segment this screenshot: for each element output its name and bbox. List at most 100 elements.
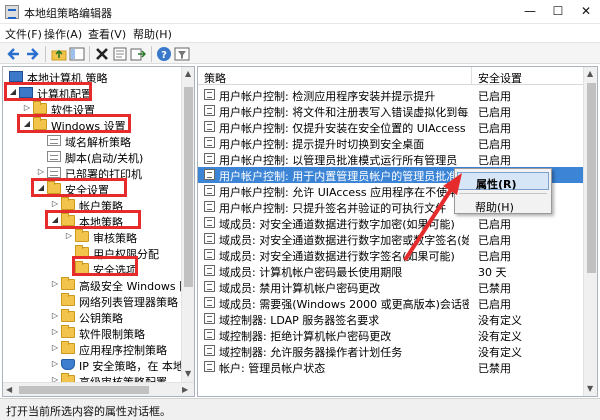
policy-name: 用户帐户控制: 只提升签名并验证的可执行文件 — [219, 202, 447, 215]
expand-arrow-icon[interactable]: ▷ — [51, 199, 59, 208]
table-row[interactable]: 域成员: 对安全通道数据进行数字签名(如果可能) 已启用 — [198, 247, 583, 263]
tree-item[interactable]: ▷ 高级安全 Windows 防 — [3, 277, 190, 293]
table-row[interactable]: 用户帐户控制: 提示提升时切换到安全桌面 已启用 — [198, 135, 583, 151]
policy-icon — [204, 121, 215, 132]
tree-horizontal-scrollbar[interactable]: ◀ ▶ — [3, 382, 194, 396]
tree-item-label: 审核策略 — [93, 232, 137, 245]
policy-setting: 已启用 — [478, 250, 511, 263]
column-divider[interactable] — [471, 67, 472, 85]
title-bar: 本地组策略编辑器 — ☐ ✕ — [0, 0, 600, 24]
column-header-policy[interactable]: 策略 — [204, 70, 226, 86]
policy-setting: 没有定义 — [478, 346, 522, 359]
tree-vertical-scrollbar[interactable]: ▲ ▼ — [181, 67, 194, 382]
tree-item[interactable]: ▷ 应用程序控制策略 — [3, 341, 181, 357]
scroll-down-icon[interactable]: ▼ — [587, 384, 593, 393]
scrollbar-thumb[interactable] — [19, 386, 149, 394]
filter-icon[interactable] — [174, 46, 190, 62]
highlight-box — [45, 210, 141, 229]
minimize-button[interactable]: — — [515, 0, 545, 24]
expand-arrow-icon[interactable]: ▷ — [51, 327, 59, 336]
scroll-down-icon[interactable]: ▼ — [185, 369, 191, 378]
context-menu-properties[interactable]: 属性(R) — [457, 172, 549, 191]
tree-item[interactable]: 网络列表管理器策略 — [3, 293, 181, 309]
table-row[interactable]: 域控制器: 允许服务器操作者计划任务 没有定义 — [198, 343, 583, 359]
show-tree-icon[interactable] — [69, 46, 85, 62]
menu-view[interactable]: 查看(V) — [88, 26, 126, 42]
svg-text:?: ? — [161, 50, 167, 61]
list-vertical-scrollbar[interactable]: ▲ ▼ — [583, 67, 597, 396]
table-row[interactable]: 域成员: 需要强(Windows 2000 或更高版本)会话密钥 已启用 — [198, 295, 583, 311]
tree-item-label: 应用程序控制策略 — [79, 344, 167, 357]
policy-setting: 已禁用 — [478, 282, 511, 295]
policy-setting: 已启用 — [478, 218, 511, 231]
computer-icon — [9, 71, 23, 85]
highlight-box — [4, 82, 92, 101]
table-row[interactable]: 用户帐户控制: 以管理员批准模式运行所有管理员 已启用 — [198, 151, 583, 167]
tree-item[interactable]: ▷ IP 安全策略，在 本地计 — [3, 357, 194, 373]
table-row[interactable]: 域成员: 对安全通道数据进行数字加密或数字签名(始终) 已启用 — [198, 231, 583, 247]
table-row[interactable]: 用户帐户控制: 检测应用程序安装并提示提升 已启用 — [198, 87, 583, 103]
policy-setting: 已启用 — [478, 154, 511, 167]
policy-name: 用户帐户控制: 将文件和注册表写入错误虚拟化到每用户位置 — [219, 106, 469, 119]
forward-icon[interactable] — [24, 46, 40, 62]
expand-arrow-icon[interactable]: ▷ — [51, 343, 59, 352]
maximize-button[interactable]: ☐ — [543, 0, 573, 24]
back-icon[interactable] — [6, 46, 22, 62]
column-header-setting[interactable]: 安全设置 — [478, 70, 522, 86]
policy-list: 策略 安全设置 用户帐户控制: 检测应用程序安装并提示提升 已启用 用户帐户控制: … — [197, 66, 598, 397]
policy-icon — [204, 249, 215, 260]
policy-name: 域控制器: LDAP 服务器签名要求 — [219, 314, 380, 327]
toolbar-separator — [151, 46, 152, 62]
tree-item[interactable]: ▷ 审核策略 — [3, 229, 181, 245]
toolbar: ? — [0, 42, 600, 64]
expand-arrow-icon[interactable]: ▷ — [51, 311, 59, 320]
expand-arrow-icon[interactable]: ▷ — [37, 167, 45, 176]
folder-icon — [61, 197, 75, 210]
policy-setting: 已启用 — [478, 298, 511, 311]
policy-name: 域成员: 计算机帐户密码最长使用期限 — [219, 266, 403, 279]
expand-arrow-icon[interactable]: ▷ — [51, 279, 59, 288]
table-row[interactable]: 域成员: 对安全通道数据进行数字加密(如果可能) 已启用 — [198, 215, 583, 231]
context-menu-help[interactable]: 帮助(H) — [457, 196, 549, 214]
table-row[interactable]: 域成员: 禁用计算机帐户密码更改 已禁用 — [198, 279, 583, 295]
menu-file[interactable]: 文件(F) — [5, 26, 42, 42]
table-row[interactable]: 用户帐户控制: 仅提升安装在安全位置的 UIAccess 应用程序已启用 — [198, 119, 583, 135]
folder-icon — [75, 229, 89, 242]
expand-arrow-icon[interactable]: ▷ — [51, 359, 59, 368]
context-menu-separator — [459, 193, 547, 194]
expand-arrow-icon[interactable]: ▷ — [65, 231, 73, 240]
menu-action[interactable]: 操作(A) — [44, 26, 82, 42]
folder-icon — [61, 277, 75, 290]
menu-help[interactable]: 帮助(H) — [133, 26, 172, 42]
tree-item-label: 域名解析策略 — [65, 136, 131, 149]
scrollbar-thumb[interactable] — [587, 83, 596, 273]
policy-icon — [204, 185, 215, 196]
export-icon[interactable] — [130, 46, 146, 62]
table-row[interactable]: 帐户: 管理员帐户状态 已禁用 — [198, 359, 583, 375]
highlight-box — [31, 178, 127, 197]
table-row[interactable]: 域控制器: 拒绝计算机帐户密码更改 没有定义 — [198, 327, 583, 343]
policy-setting: 没有定义 — [478, 314, 522, 327]
scroll-left-icon[interactable]: ◀ — [6, 385, 12, 394]
tree-item[interactable]: 脚本(启动/关机) — [3, 149, 181, 165]
tree-item-label: 脚本(启动/关机) — [65, 152, 144, 165]
delete-icon[interactable] — [94, 46, 110, 62]
policy-icon — [204, 233, 215, 244]
folder-up-icon[interactable] — [51, 46, 67, 62]
table-row[interactable]: 域成员: 计算机帐户密码最长使用期限 30 天 — [198, 263, 583, 279]
scroll-right-icon[interactable]: ▶ — [182, 385, 188, 394]
scroll-up-icon[interactable]: ▲ — [185, 69, 191, 78]
help-icon[interactable]: ? — [156, 46, 172, 62]
scrollbar-thumb[interactable] — [184, 87, 193, 287]
table-row[interactable]: 域控制器: LDAP 服务器签名要求 没有定义 — [198, 311, 583, 327]
expand-arrow-icon[interactable]: ▷ — [23, 103, 31, 112]
policy-icon — [204, 265, 215, 276]
scroll-up-icon[interactable]: ▲ — [587, 69, 593, 78]
tree-item[interactable]: 域名解析策略 — [3, 133, 181, 149]
close-button[interactable]: ✕ — [571, 0, 600, 24]
folder-icon — [61, 341, 75, 354]
table-row[interactable]: 用户帐户控制: 将文件和注册表写入错误虚拟化到每用户位置已启用 — [198, 103, 583, 119]
tree-item[interactable]: ▷ 软件限制策略 — [3, 325, 181, 341]
properties-icon[interactable] — [112, 46, 128, 62]
tree-item[interactable]: ▷ 公钥策略 — [3, 309, 181, 325]
